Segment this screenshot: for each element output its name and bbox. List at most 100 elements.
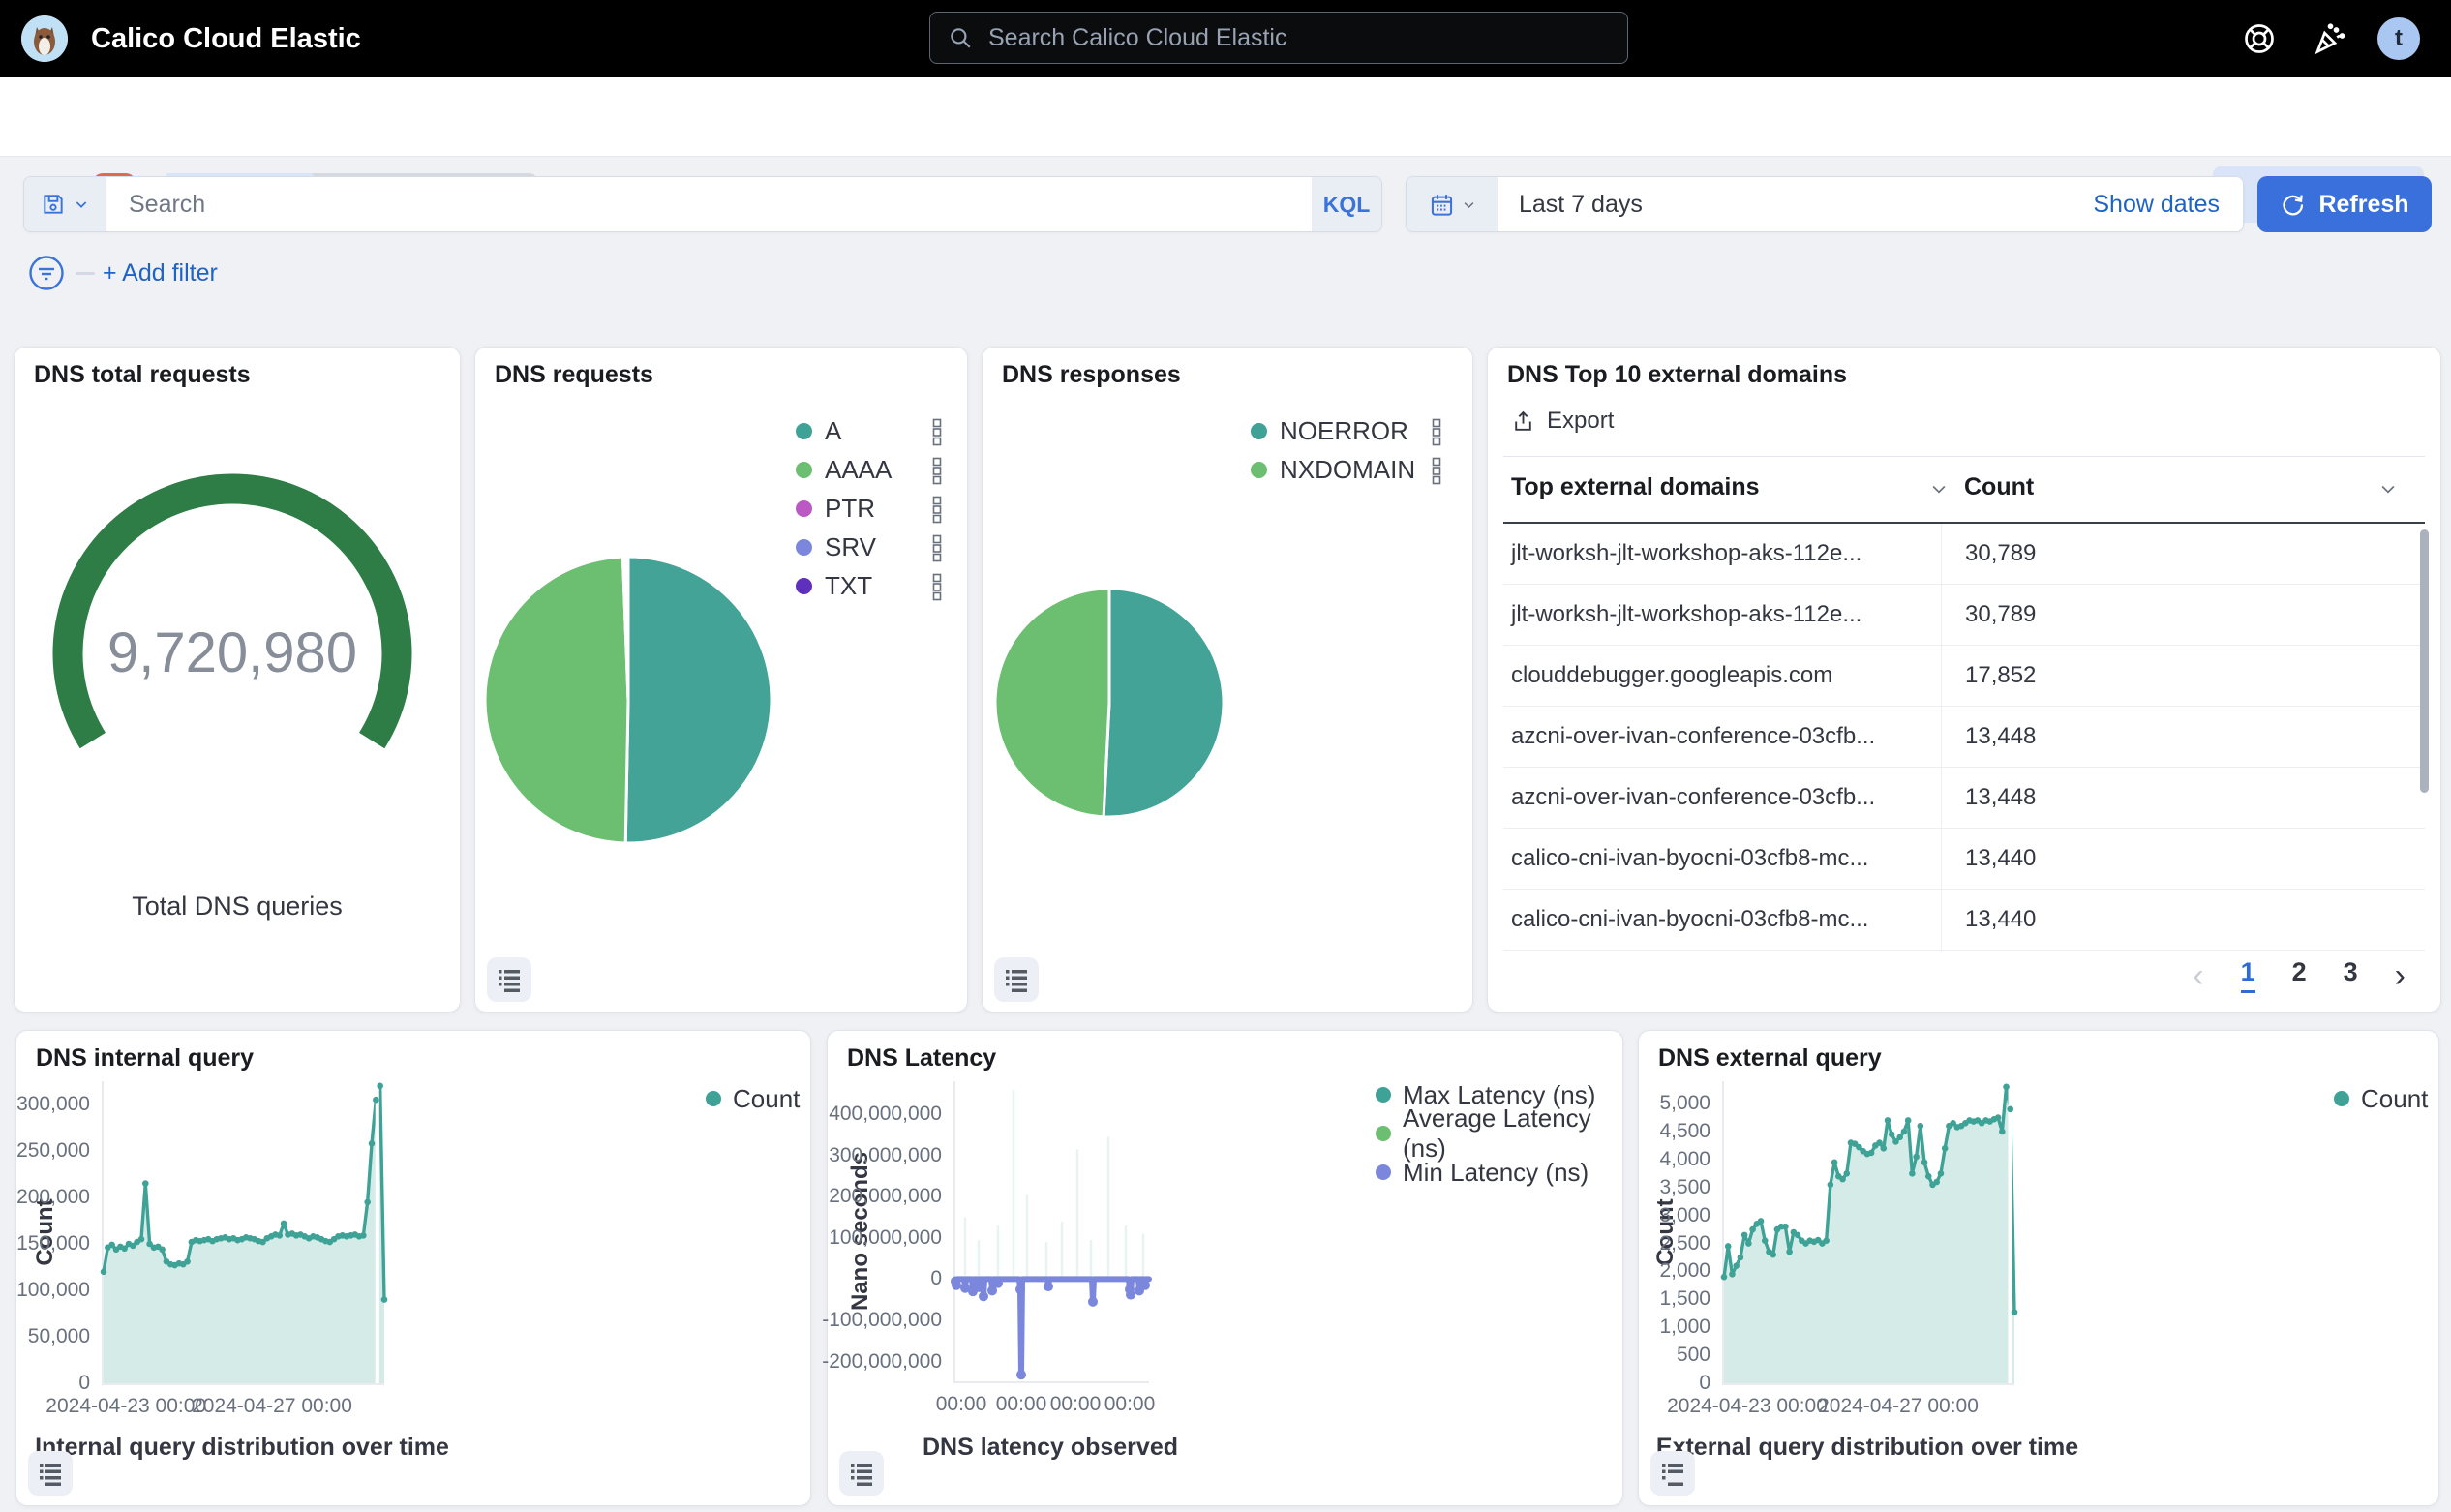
domain-cell: azcni-over-ivan-conference-03cfb... — [1511, 768, 1875, 828]
y-axis-tick: 5,000 — [1659, 1092, 1710, 1115]
y-axis-tick: 250,000 — [16, 1139, 90, 1163]
legend-actions-icon[interactable] — [932, 496, 943, 529]
legend-item[interactable]: Min Latency (ns) — [1376, 1153, 1622, 1192]
legend-dot-icon — [706, 1091, 721, 1106]
count-cell: 13,448 — [1941, 707, 2386, 767]
column-header-domains[interactable]: Top external domains — [1511, 473, 1760, 501]
legend-toggle-icon[interactable] — [839, 1451, 884, 1496]
legend-dot-icon — [796, 539, 812, 556]
legend-toggle-icon[interactable] — [1650, 1451, 1695, 1496]
legend-item[interactable]: Count — [2334, 1079, 2428, 1118]
help-icon[interactable] — [2238, 17, 2281, 60]
table-row[interactable]: jlt-worksh-jlt-workshop-aks-112e... 30,7… — [1503, 585, 2425, 646]
refresh-button[interactable]: Refresh — [2257, 176, 2432, 232]
legend-actions-icon[interactable] — [1432, 457, 1442, 490]
legend-actions-icon[interactable] — [932, 418, 943, 451]
legend-toggle-icon[interactable] — [487, 957, 531, 1002]
chevron-down-icon[interactable] — [2378, 479, 2398, 503]
legend-toggle-icon[interactable] — [28, 1451, 73, 1496]
query-input[interactable] — [106, 177, 1312, 231]
y-axis-tick: 2,000 — [1659, 1259, 1710, 1283]
previous-page-icon[interactable]: ‹ — [2193, 959, 2203, 992]
gauge-chart[interactable] — [39, 460, 426, 779]
table-row[interactable]: calico-cni-ivan-byocni-03cfb8-mc... 13,4… — [1503, 829, 2425, 890]
datepicker-menu[interactable] — [1407, 177, 1498, 231]
legend-item[interactable]: TXT — [796, 566, 943, 605]
table-row[interactable]: calico-cni-ivan-byocni-03cfb8-mc... 13,4… — [1503, 890, 2425, 951]
chevron-down-icon[interactable] — [1929, 479, 1949, 503]
legend-dot-icon — [1376, 1126, 1391, 1141]
panel-title: DNS requests — [495, 361, 653, 389]
user-avatar[interactable]: t — [2377, 17, 2420, 60]
y-axis-tick: 100,000 — [16, 1279, 90, 1302]
pie-chart[interactable] — [993, 587, 1226, 819]
legend-label: SRV — [825, 532, 876, 562]
table-row[interactable]: azcni-over-ivan-conference-03cfb... 13,4… — [1503, 707, 2425, 768]
news-party-popper-icon[interactable] — [2308, 17, 2350, 60]
legend-label: Count — [2361, 1084, 2428, 1114]
table-row[interactable]: azcni-over-ivan-conference-03cfb... 13,4… — [1503, 768, 2425, 829]
global-search[interactable] — [929, 12, 1628, 64]
column-header-count[interactable]: Count — [1964, 473, 2034, 501]
legend-dot-icon — [1376, 1087, 1391, 1103]
global-search-input[interactable] — [986, 23, 1610, 53]
saved-query-menu[interactable] — [24, 177, 106, 231]
legend-item[interactable]: AAAA — [796, 450, 943, 489]
y-axis-tick: 200,000,000 — [829, 1185, 942, 1208]
kql-language-button[interactable]: KQL — [1312, 177, 1381, 231]
x-axis-tick: 2024-04-27 00:00 — [1818, 1395, 1979, 1418]
calico-logo-icon[interactable] — [21, 15, 68, 62]
table-scrollbar[interactable] — [2420, 529, 2429, 793]
legend-label: Min Latency (ns) — [1403, 1158, 1589, 1188]
legend-item[interactable]: Average Latency (ns) — [1376, 1114, 1622, 1153]
legend-item[interactable]: NOERROR — [1251, 411, 1442, 450]
legend-item[interactable]: A — [796, 411, 943, 450]
show-dates-button[interactable]: Show dates — [2093, 177, 2243, 231]
legend-dot-icon — [2334, 1091, 2349, 1106]
page-number[interactable]: 3 — [2344, 957, 2358, 993]
chevron-down-icon — [1462, 197, 1476, 212]
y-axis-tick: 100,000,000 — [829, 1226, 942, 1250]
y-axis-tick: 50,000 — [28, 1325, 90, 1348]
chart-legend: Max Latency (ns) Average Latency (ns) Mi… — [1376, 1075, 1622, 1192]
y-axis-tick: 1,500 — [1659, 1287, 1710, 1311]
legend-item[interactable]: NXDOMAIN — [1251, 450, 1442, 489]
legend-item[interactable]: PTR — [796, 489, 943, 528]
page-number[interactable]: 2 — [2292, 957, 2307, 993]
x-axis-tick: 00:00 — [1050, 1393, 1102, 1416]
panel-dns-responses: DNS responses NOERROR NXDOMAIN — [982, 347, 1473, 1013]
export-button[interactable]: Export — [1511, 408, 1614, 435]
legend-item[interactable]: SRV — [796, 528, 943, 566]
panel-title: DNS Latency — [847, 1044, 996, 1073]
pie-chart[interactable] — [483, 555, 773, 845]
legend-actions-icon[interactable] — [932, 573, 943, 606]
filter-menu-icon[interactable] — [27, 254, 66, 297]
x-axis-title: DNS latency observed — [923, 1434, 1178, 1462]
legend-dot-icon — [1376, 1164, 1391, 1180]
legend-label: NXDOMAIN — [1280, 455, 1415, 485]
table-row[interactable]: clouddebugger.googleapis.com 17,852 — [1503, 646, 2425, 707]
y-axis-tick: -100,000,000 — [822, 1309, 942, 1332]
legend-label: PTR — [825, 494, 875, 524]
latency-chart[interactable]: 400,000,000300,000,000200,000,000100,000… — [953, 1081, 1149, 1383]
next-page-icon[interactable]: › — [2395, 959, 2406, 992]
table-row[interactable]: jlt-worksh-jlt-workshop-aks-112e... 30,7… — [1503, 524, 2425, 585]
time-range-value[interactable]: Last 7 days — [1498, 177, 2093, 231]
legend-toggle-icon[interactable] — [994, 957, 1039, 1002]
legend-actions-icon[interactable] — [1432, 418, 1442, 451]
legend-item[interactable]: Count — [706, 1079, 800, 1118]
y-axis-tick: 300,000,000 — [829, 1144, 942, 1167]
domain-cell: jlt-worksh-jlt-workshop-aks-112e... — [1511, 585, 1861, 645]
area-chart[interactable]: 300,000250,000200,000150,000100,00050,00… — [102, 1081, 384, 1385]
kql-search-bar: KQL — [23, 176, 1382, 232]
x-axis-tick: 2024-04-23 00:00 — [1667, 1395, 1828, 1418]
page-number[interactable]: 1 — [2241, 957, 2255, 993]
count-cell: 13,448 — [1941, 768, 2386, 828]
legend-actions-icon[interactable] — [932, 457, 943, 490]
table-header: Top external domains Count — [1503, 458, 2425, 524]
add-filter-button[interactable]: + Add filter — [103, 259, 218, 287]
legend-actions-icon[interactable] — [932, 534, 943, 567]
y-axis-tick: 2,500 — [1659, 1232, 1710, 1255]
panel-dns-external-query: DNS external query Count 5,0004,5004,000… — [1638, 1030, 2439, 1506]
area-chart[interactable]: 5,0004,5004,0003,5003,0002,5002,0001,500… — [1722, 1081, 2014, 1385]
